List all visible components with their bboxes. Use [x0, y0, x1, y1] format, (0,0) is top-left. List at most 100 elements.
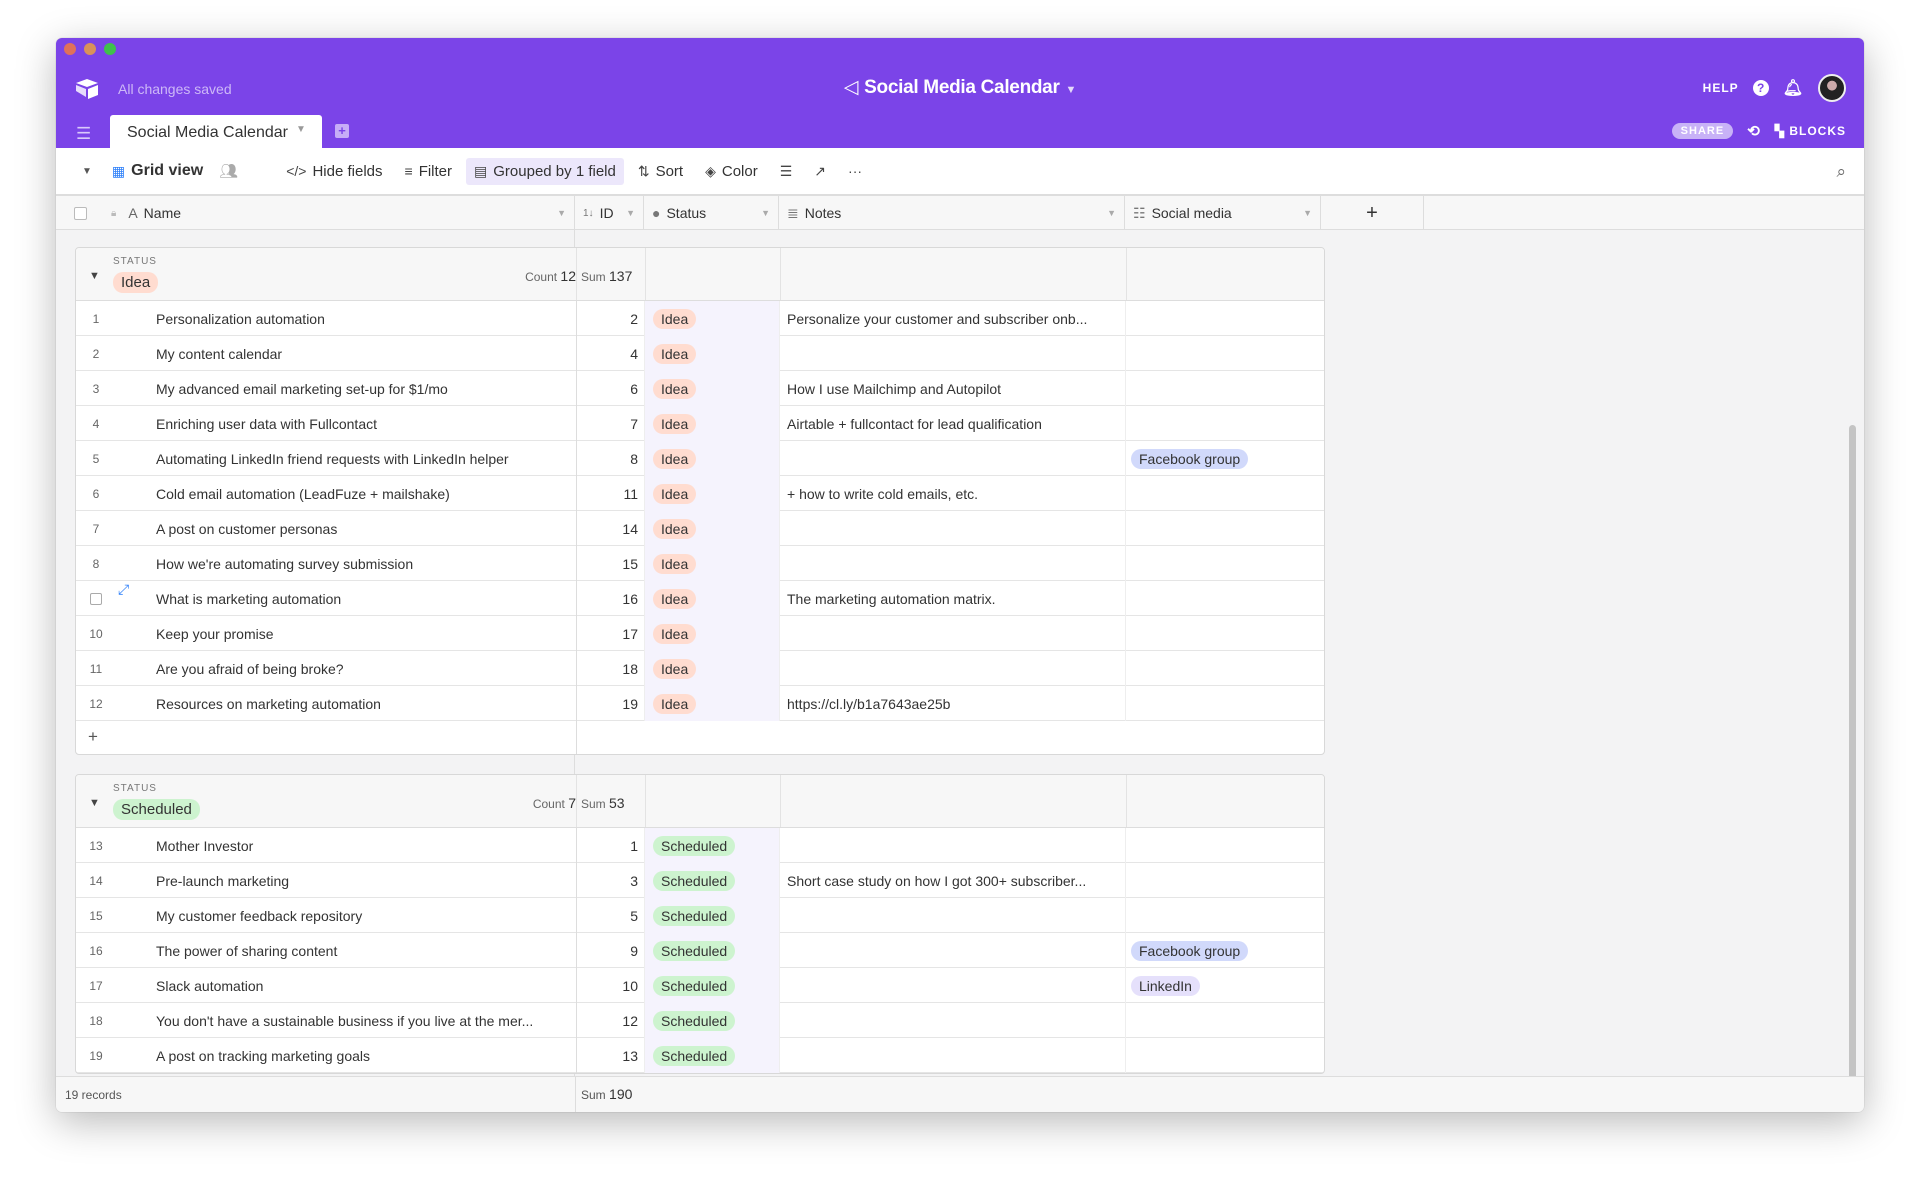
social-media-cell[interactable]: Facebook group — [1126, 441, 1322, 476]
bell-icon[interactable]: 🔔︎ — [1783, 78, 1804, 98]
blocks-button[interactable]: ▚ BLOCKS — [1775, 124, 1846, 138]
hide-fields-button[interactable]: </> Hide fields — [278, 158, 390, 185]
chevron-down-icon[interactable]: ▼ — [761, 208, 770, 218]
name-cell[interactable]: A post on tracking marketing goals — [156, 1038, 576, 1073]
notes-cell[interactable] — [780, 933, 1126, 968]
notes-cell[interactable]: Airtable + fullcontact for lead qualific… — [780, 406, 1126, 441]
social-media-cell[interactable] — [1126, 1038, 1322, 1073]
name-cell[interactable]: Automating LinkedIn friend requests with… — [156, 441, 576, 476]
id-cell[interactable]: 10 — [576, 968, 645, 1003]
social-media-cell[interactable]: Facebook group — [1126, 933, 1322, 968]
table-row[interactable]: 18 You don't have a sustainable business … — [76, 1003, 1324, 1038]
id-cell[interactable]: 1 — [576, 828, 645, 863]
id-cell[interactable]: 9 — [576, 933, 645, 968]
column-header-notes[interactable]: ≣ Notes ▼ — [779, 196, 1125, 230]
id-cell[interactable]: 19 — [576, 686, 645, 721]
table-row[interactable]: 11 Are you afraid of being broke? 18 Idea — [76, 651, 1324, 686]
view-switcher[interactable]: ▦ Grid view 👥︎ — [104, 157, 246, 185]
status-cell[interactable]: Idea — [645, 371, 780, 406]
id-cell[interactable]: 14 — [576, 511, 645, 546]
status-cell[interactable]: Idea — [645, 476, 780, 511]
status-cell[interactable]: Scheduled — [645, 933, 780, 968]
notes-cell[interactable] — [780, 511, 1126, 546]
name-cell[interactable]: Cold email automation (LeadFuze + mailsh… — [156, 476, 576, 511]
collapse-group-icon[interactable]: ▼ — [89, 797, 100, 809]
social-media-cell[interactable] — [1126, 406, 1322, 441]
id-cell[interactable]: 13 — [576, 1038, 645, 1073]
social-media-cell[interactable]: LinkedIn — [1126, 968, 1322, 1003]
social-media-cell[interactable] — [1126, 898, 1322, 933]
status-cell[interactable]: Scheduled — [645, 1038, 780, 1073]
id-cell[interactable]: 3 — [576, 863, 645, 898]
status-cell[interactable]: Idea — [645, 301, 780, 336]
collapse-group-icon[interactable]: ▼ — [89, 270, 100, 282]
column-header-id[interactable]: 1↓ ID ▼ — [575, 196, 644, 230]
notes-cell[interactable]: Short case study on how I got 300+ subsc… — [780, 863, 1126, 898]
name-cell[interactable]: Slack automation — [156, 968, 576, 1003]
notes-cell[interactable]: The marketing automation matrix. — [780, 581, 1126, 616]
name-cell[interactable]: Keep your promise — [156, 616, 576, 651]
status-cell[interactable]: Scheduled — [645, 968, 780, 1003]
name-cell[interactable]: How we're automating survey submission — [156, 546, 576, 581]
status-cell[interactable]: Idea — [645, 651, 780, 686]
status-cell[interactable]: Idea — [645, 581, 780, 616]
table-row[interactable]: 14 Pre-launch marketing 3 Scheduled Short ca… — [76, 863, 1324, 898]
notes-cell[interactable]: How I use Mailchimp and Autopilot — [780, 371, 1126, 406]
id-cell[interactable]: 5 — [576, 898, 645, 933]
social-media-cell[interactable] — [1126, 511, 1322, 546]
table-row[interactable]: 19 A post on tracking marketing goals 13 Sc… — [76, 1038, 1324, 1073]
table-row[interactable]: 4 Enriching user data with Fullcontact 7 Id… — [76, 406, 1324, 441]
notes-cell[interactable] — [780, 651, 1126, 686]
social-media-cell[interactable] — [1126, 301, 1322, 336]
add-record-button[interactable]: + — [76, 721, 1324, 754]
notes-cell[interactable] — [780, 616, 1126, 651]
table-row[interactable]: 10 Keep your promise 17 Idea — [76, 616, 1324, 651]
status-cell[interactable]: Idea — [645, 546, 780, 581]
chevron-down-icon[interactable]: ▼ — [557, 208, 566, 218]
add-table-button[interactable]: + — [335, 124, 349, 138]
share-view-button[interactable]: ↗ — [806, 158, 834, 185]
chevron-down-icon[interactable]: ▼ — [626, 208, 635, 218]
social-media-cell[interactable] — [1126, 686, 1322, 721]
notes-cell[interactable] — [780, 1003, 1126, 1038]
notes-link[interactable]: https://cl.ly/b1a7643ae25b — [787, 696, 950, 712]
social-media-cell[interactable] — [1126, 863, 1322, 898]
name-cell[interactable]: Mother Investor — [156, 828, 576, 863]
name-cell[interactable]: My customer feedback repository — [156, 898, 576, 933]
column-header-social-media[interactable]: ☷ Social media ▼ — [1125, 196, 1321, 230]
add-field-button[interactable]: + — [1321, 196, 1424, 230]
avatar[interactable] — [1818, 74, 1846, 102]
name-cell[interactable]: What is marketing automation — [156, 581, 576, 616]
name-cell[interactable]: My advanced email marketing set-up for $… — [156, 371, 576, 406]
vertical-scrollbar[interactable] — [1849, 425, 1856, 1076]
social-media-cell[interactable] — [1126, 581, 1322, 616]
status-cell[interactable]: Scheduled — [645, 898, 780, 933]
table-row[interactable]: 6 Cold email automation (LeadFuze + mails… — [76, 476, 1324, 511]
more-button[interactable]: ··· — [840, 158, 870, 184]
share-button[interactable]: SHARE — [1671, 123, 1734, 139]
table-row[interactable]: 16 The power of sharing content 9 Scheduled… — [76, 933, 1324, 968]
base-title[interactable]: ◁ Social Media Calendar ▼ — [56, 76, 1864, 99]
social-media-cell[interactable] — [1126, 616, 1322, 651]
table-row[interactable]: 17 Slack automation 10 Scheduled LinkedIn — [76, 968, 1324, 1003]
notes-cell[interactable]: https://cl.ly/b1a7643ae25b — [780, 686, 1126, 721]
sort-button[interactable]: ⇅ Sort — [630, 158, 691, 185]
id-cell[interactable]: 6 — [576, 371, 645, 406]
name-cell[interactable]: Personalization automation — [156, 301, 576, 336]
notes-cell[interactable] — [780, 441, 1126, 476]
table-row[interactable]: 12 Resources on marketing automation 19 Ide… — [76, 686, 1324, 721]
status-cell[interactable]: Idea — [645, 336, 780, 371]
name-cell[interactable]: A post on customer personas — [156, 511, 576, 546]
notes-cell[interactable]: Personalize your customer and subscriber… — [780, 301, 1126, 336]
help-button[interactable]: HELP — [1703, 81, 1739, 95]
column-header-status[interactable]: ● Status ▼ — [644, 196, 779, 230]
name-cell[interactable]: Pre-launch marketing — [156, 863, 576, 898]
select-all-checkbox[interactable] — [74, 206, 87, 220]
id-cell[interactable]: 18 — [576, 651, 645, 686]
chevron-down-icon[interactable]: ▼ — [1107, 208, 1116, 218]
filter-button[interactable]: ≡ Filter — [397, 158, 461, 185]
table-row[interactable]: 2 My content calendar 4 Idea — [76, 336, 1324, 371]
chevron-down-icon[interactable]: ▼ — [296, 124, 306, 135]
status-cell[interactable]: Idea — [645, 686, 780, 721]
id-cell[interactable]: 11 — [576, 476, 645, 511]
